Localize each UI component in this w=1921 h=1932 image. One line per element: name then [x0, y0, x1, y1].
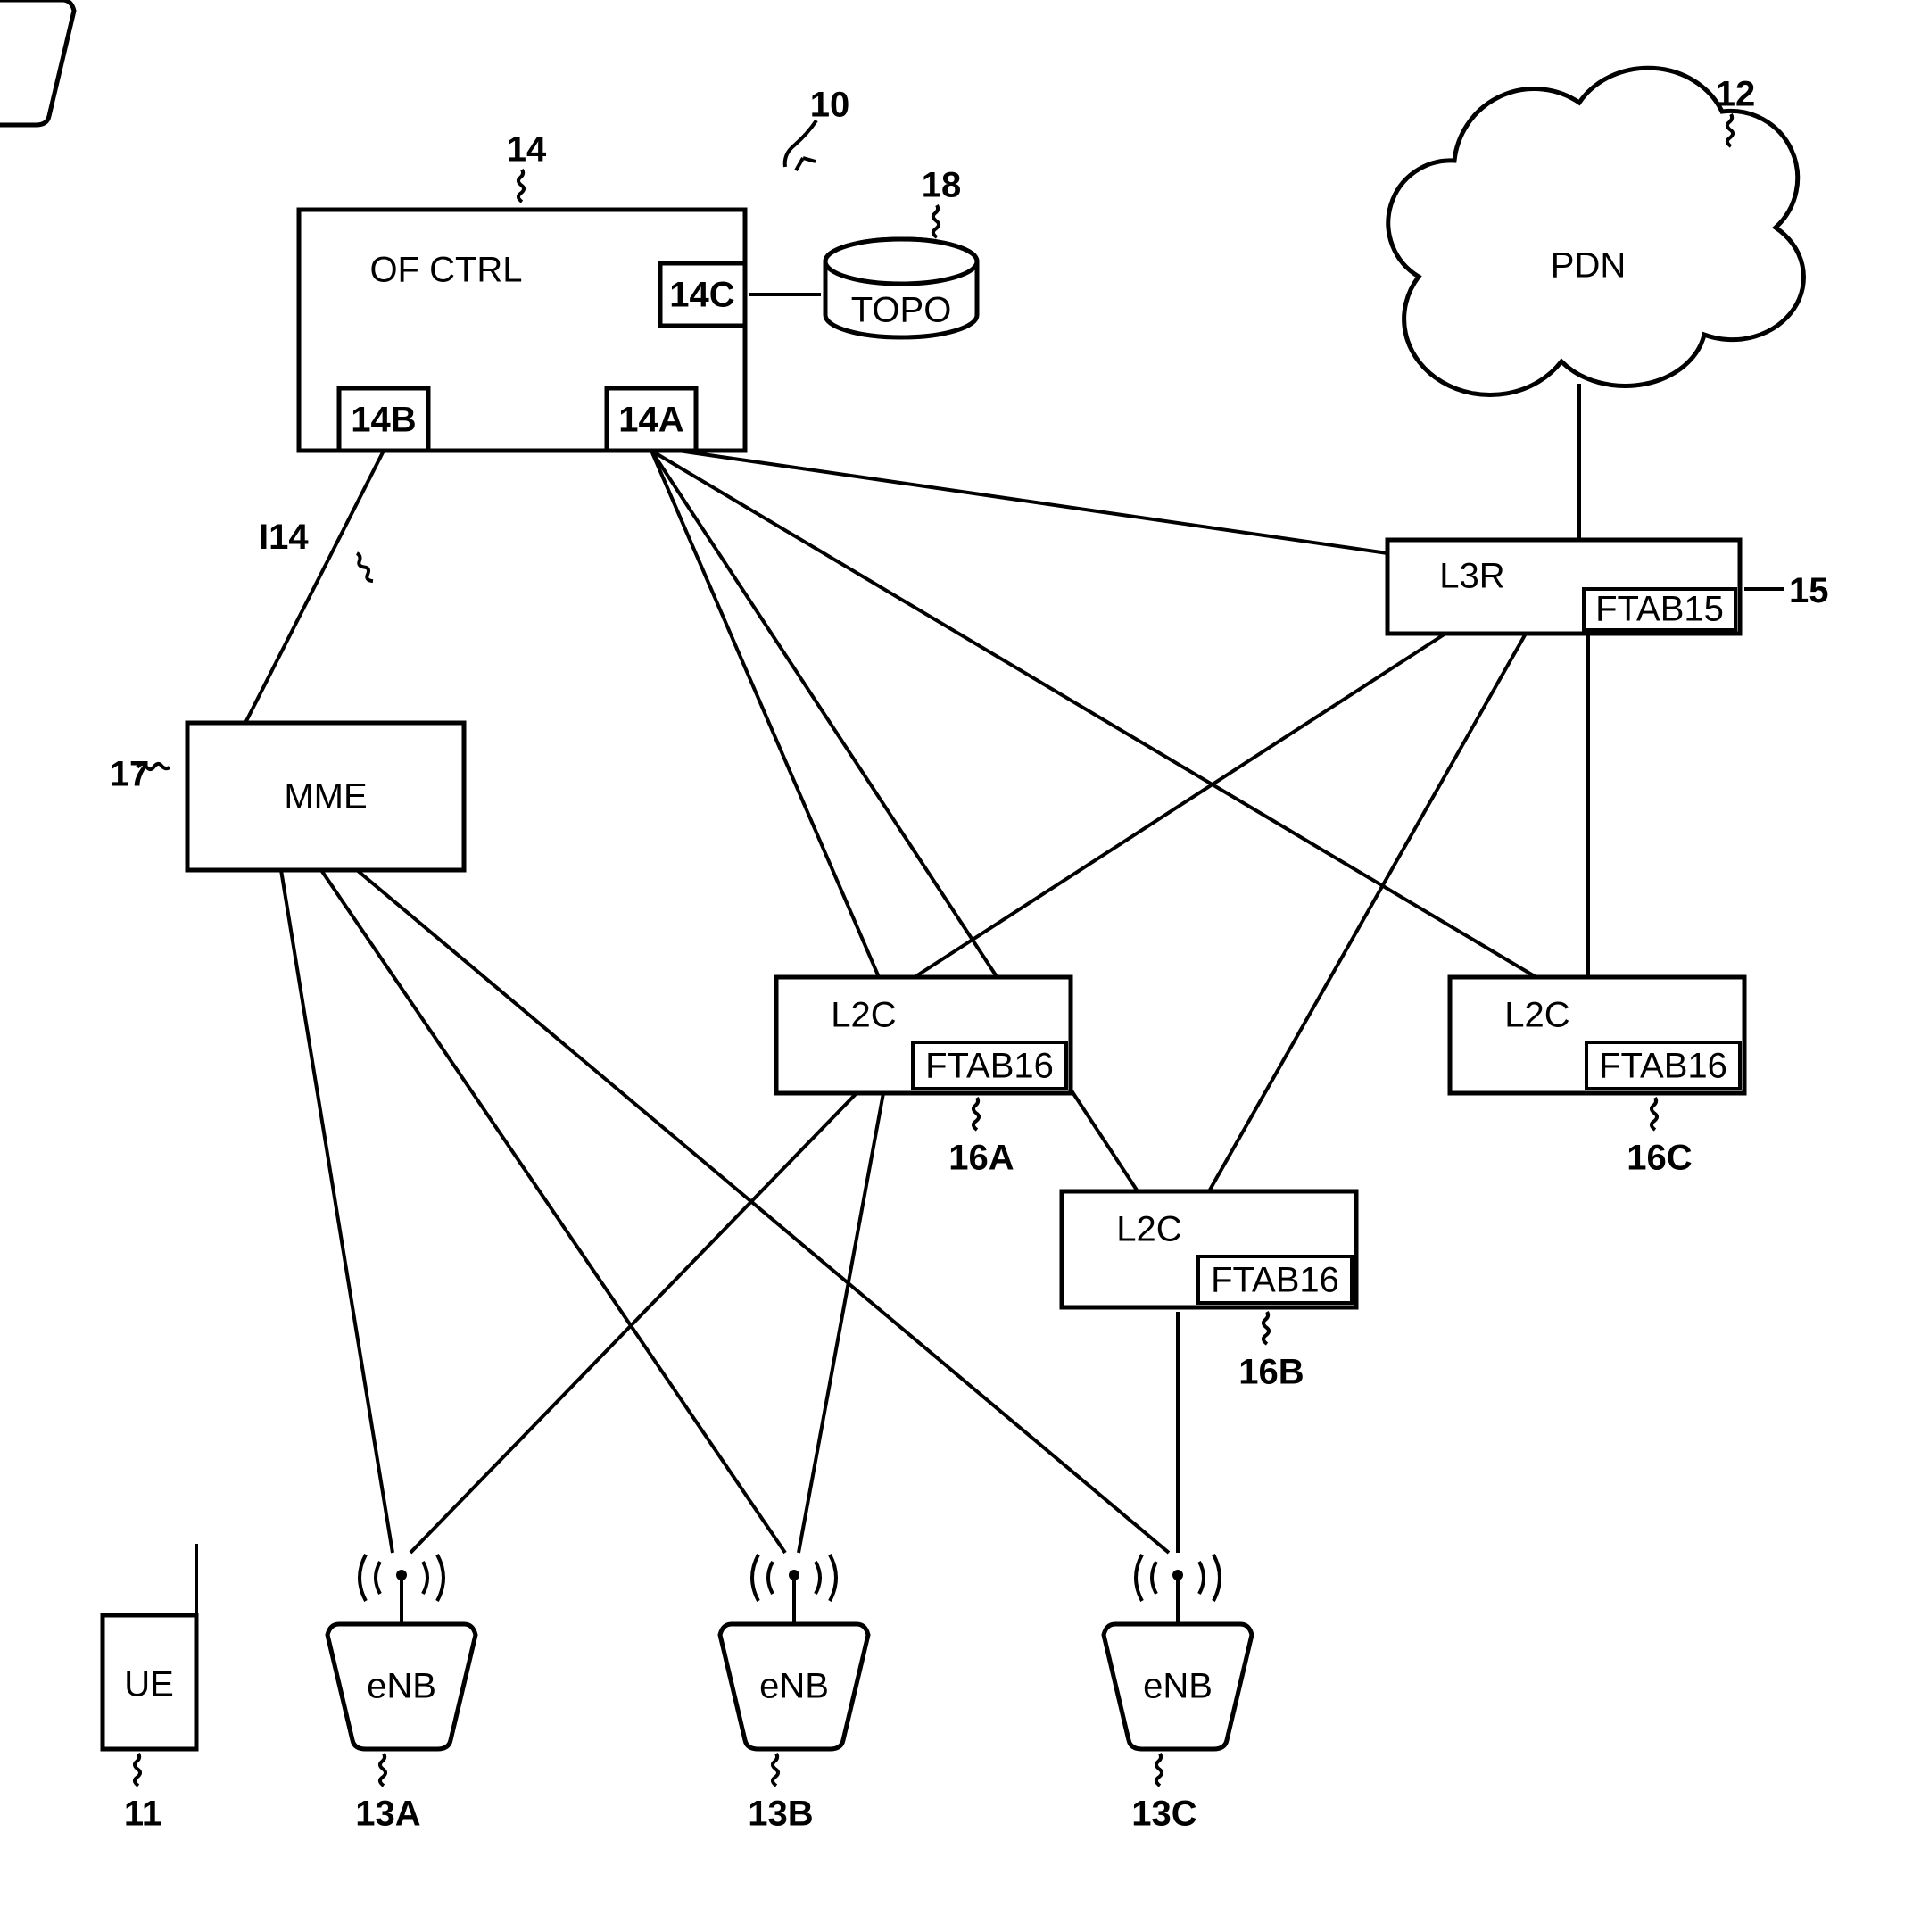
pdn-label: PDN	[1551, 246, 1626, 286]
ref-14: 14	[507, 130, 547, 170]
enb-b-label: eNB	[759, 1667, 829, 1706]
of-ctrl-label: OF CTRL	[369, 251, 522, 290]
enb-c-label: eNB	[1143, 1667, 1213, 1706]
l2c-a-label: L2C	[831, 996, 896, 1035]
ref-13a: 13A	[355, 1795, 420, 1834]
network-diagram: OF CTRL 14C 14B 14A 14 10 TOPO 18 PDN 12…	[0, 0, 1921, 1932]
ref-17: 17	[110, 755, 150, 794]
pdn-cloud: PDN	[1388, 68, 1804, 394]
ref-16b: 16B	[1238, 1353, 1304, 1392]
l2c-a-ftab: FTAB16	[925, 1047, 1054, 1086]
l3r-label: L3R	[1439, 557, 1504, 596]
enb-b: eNB	[720, 1555, 868, 1749]
ref-16a: 16A	[948, 1139, 1014, 1178]
ref-13c: 13C	[1131, 1795, 1196, 1834]
ue-label: UE	[124, 1665, 174, 1704]
l2c-node-c: L2C FTAB16	[1450, 977, 1744, 1093]
port-14b: 14B	[351, 401, 416, 440]
of-ctrl-node: OF CTRL 14C 14B 14A	[299, 210, 745, 451]
enb-a: eNB	[327, 1555, 476, 1749]
ref-16c: 16C	[1627, 1139, 1692, 1178]
topo-label: TOPO	[851, 291, 952, 330]
l2c-c-ftab: FTAB16	[1599, 1047, 1727, 1086]
l2c-c-label: L2C	[1504, 996, 1569, 1035]
port-14c: 14C	[669, 276, 734, 315]
topo-db: TOPO	[825, 239, 977, 337]
enb-c: eNB	[1104, 1555, 1252, 1749]
link-i14: I14	[259, 518, 309, 557]
port-14a: 14A	[618, 401, 683, 440]
ref-12: 12	[1716, 75, 1756, 114]
mme-label: MME	[284, 777, 367, 817]
l3r-node: L3R FTAB15	[1387, 540, 1740, 634]
l2c-node-a: L2C FTAB16	[776, 977, 1071, 1093]
l3r-ftab: FTAB15	[1595, 590, 1724, 629]
ref-15: 15	[1789, 571, 1829, 610]
mme-node: MME	[187, 723, 464, 870]
ref-10: 10	[810, 86, 850, 125]
ref-18: 18	[922, 166, 962, 205]
ref-11: 11	[124, 1795, 161, 1834]
ue-node: UE	[103, 1544, 196, 1749]
enb-a-label: eNB	[367, 1667, 436, 1706]
l2c-node-b: L2C FTAB16	[1062, 1191, 1356, 1307]
ref-13b: 13B	[748, 1795, 813, 1834]
l2c-b-ftab: FTAB16	[1211, 1261, 1339, 1300]
l2c-b-label: L2C	[1116, 1210, 1181, 1249]
